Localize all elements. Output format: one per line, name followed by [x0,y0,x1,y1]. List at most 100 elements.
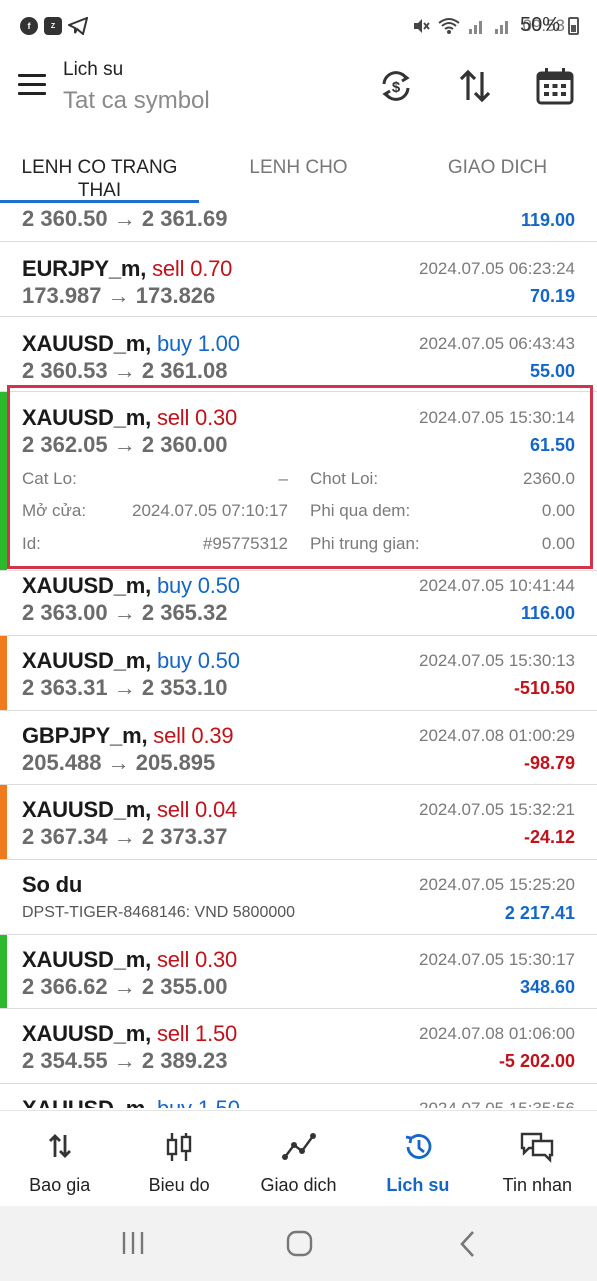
history-icon [405,1134,432,1159]
status-bar-indicator [0,785,7,859]
history-list[interactable]: 2 360.50 → 2 361.69 119.00 EURJPY_m, sel… [0,203,597,1108]
nav-trade[interactable]: Giao dich [239,1111,358,1206]
order-action: sell 0.39 [153,723,234,748]
status-bar: 09:53 f Z 50% [0,0,597,52]
recent-apps-icon[interactable] [120,1230,146,1256]
list-item[interactable]: EURJPY_m, sell 0.70 2024.07.05 06:23:24 … [0,242,597,317]
symbol-name: GBPJPY_m, [22,723,148,748]
symbol-name: XAUUSD_m, [22,947,152,972]
list-item[interactable]: XAUUSD_m, sell 0.04 2024.07.05 15:32:21 … [0,785,597,860]
tab-deals[interactable]: GIAO DICH [398,150,597,204]
battery-icon [568,16,579,35]
candlestick-icon [166,1133,192,1161]
nav-label: Tin nhan [502,1175,573,1195]
order-action: buy 0.50 [156,573,240,598]
price-range: 2 363.31 → 2 353.10 [22,675,228,700]
price-range: 2 362.05 → 2 360.00 [22,432,228,457]
tab-bar: LENH CO TRANG THAI LENH CHO GIAO DICH [0,150,597,204]
order-time: 2024.07.05 15:32:21 [419,800,575,819]
profit-value: -24.12 [523,827,575,847]
symbol-name: XAUUSD_m, [22,1096,151,1108]
app-header: Lich su Tat ca symbol $ [0,52,597,142]
signal-icon [468,20,482,34]
nav-chart[interactable]: Bieu do [119,1111,238,1206]
symbol-name: XAUUSD_m, [22,405,152,430]
list-item[interactable]: XAUUSD_m, buy 0.50 2024.07.05 15:30:13 2… [0,636,597,711]
list-item-expanded[interactable]: XAUUSD_m, sell 0.30 2024.07.05 15:30:14 … [0,392,597,571]
profit-value: -510.50 [513,678,575,698]
nav-quotes[interactable]: Bao gia [0,1111,119,1206]
trend-line-icon [281,1133,316,1160]
open-time-label: Mở cửa: [22,501,87,520]
tab-pending-orders[interactable]: LENH CHO [199,150,398,204]
tab-open-positions[interactable]: LENH CO TRANG THAI [0,150,199,204]
stop-loss-value: – [278,469,288,488]
list-item[interactable]: XAUUSD_m, buy 1.50 2024.07.05 15:35:56 [0,1084,597,1108]
profit-value: 348.60 [519,977,575,997]
signal-icon-2 [494,20,508,34]
swap-label: Phi qua dem: [310,501,411,520]
home-icon[interactable] [286,1230,313,1257]
price-range: 2 367.34 → 2 373.37 [22,824,228,849]
svg-text:$: $ [392,79,401,96]
chat-icon [521,1132,554,1163]
list-item[interactable]: XAUUSD_m, sell 0.30 2024.07.05 15:30:17 … [0,935,597,1009]
price-range: 2 360.50 → 2 361.69 [22,206,228,231]
price-range: 173.987 → 173.826 [22,283,216,308]
profit-value: 119.00 [520,210,575,230]
list-item[interactable]: 2 360.50 → 2 361.69 119.00 [0,203,597,242]
zalo-icon: Z [44,17,62,35]
nav-messages[interactable]: Tin nhan [478,1111,597,1206]
list-item[interactable]: XAUUSD_m, buy 0.50 2024.07.05 10:41:44 2… [0,571,597,636]
order-action: buy 1.50 [157,1096,240,1108]
order-action: sell 0.30 [156,405,238,430]
symbol-name: XAUUSD_m, [22,1021,152,1046]
list-item-balance[interactable]: So du 2024.07.05 15:25:20 DPST-TIGER-846… [0,860,597,935]
profit-value: 55.00 [529,361,575,381]
nav-label: Bieu do [148,1175,210,1195]
status-bar-indicator [0,636,7,710]
nav-history[interactable]: Lich su [358,1111,477,1206]
symbol-name: XAUUSD_m, [22,573,152,598]
bottom-navigation: Bao gia Bieu do Giao dich Lich su Tin nh… [0,1110,597,1206]
back-icon[interactable] [458,1230,478,1258]
order-action: sell 1.50 [156,1021,238,1046]
menu-icon[interactable] [18,74,46,101]
order-time: 2024.07.08 01:00:29 [419,726,575,745]
calendar-icon[interactable] [535,66,575,106]
sort-icon[interactable] [455,66,495,106]
profit-value: 2 217.41 [504,903,575,923]
symbol-name: XAUUSD_m, [22,331,152,356]
list-item[interactable]: XAUUSD_m, sell 1.50 2024.07.08 01:06:00 … [0,1009,597,1084]
nav-label: Lich su [386,1175,450,1195]
currency-exchange-icon[interactable]: $ [376,66,416,106]
battery-percent: 50% [519,14,560,36]
symbol-filter[interactable]: Tat ca symbol [63,87,210,115]
order-time: 2024.07.08 01:06:00 [419,1024,575,1043]
telegram-icon [68,17,88,35]
take-profit-label: Chot Loi: [310,469,379,488]
price-range: 2 354.55 → 2 389.23 [22,1048,228,1073]
system-navigation-bar [0,1206,597,1281]
price-range: 2 366.62 → 2 355.00 [22,974,228,999]
mute-icon [413,18,430,33]
list-item[interactable]: XAUUSD_m, buy 1.00 2024.07.05 06:43:43 2… [0,317,597,392]
order-action: sell 0.04 [156,797,238,822]
commission-value: 0.00 [541,534,575,553]
order-action: sell 0.30 [156,947,238,972]
order-time: 2024.07.05 06:43:43 [419,334,575,353]
status-bar-indicator [0,935,7,1008]
order-id-label: Id: [22,534,41,553]
symbol-name: XAUUSD_m, [22,797,152,822]
wifi-icon [438,17,460,34]
nav-label: Giao dich [260,1175,337,1195]
nav-label: Bao gia [29,1175,91,1195]
swap-value: 0.00 [541,501,575,520]
order-action: buy 1.00 [156,331,240,356]
list-item[interactable]: GBPJPY_m, sell 0.39 2024.07.08 01:00:29 … [0,711,597,785]
profit-value: 116.00 [520,603,575,623]
facebook-icon: f [20,17,38,35]
order-time: 2024.07.05 15:35:56 [419,1099,575,1108]
status-bar-indicator [0,392,7,570]
order-action: buy 0.50 [156,648,240,673]
